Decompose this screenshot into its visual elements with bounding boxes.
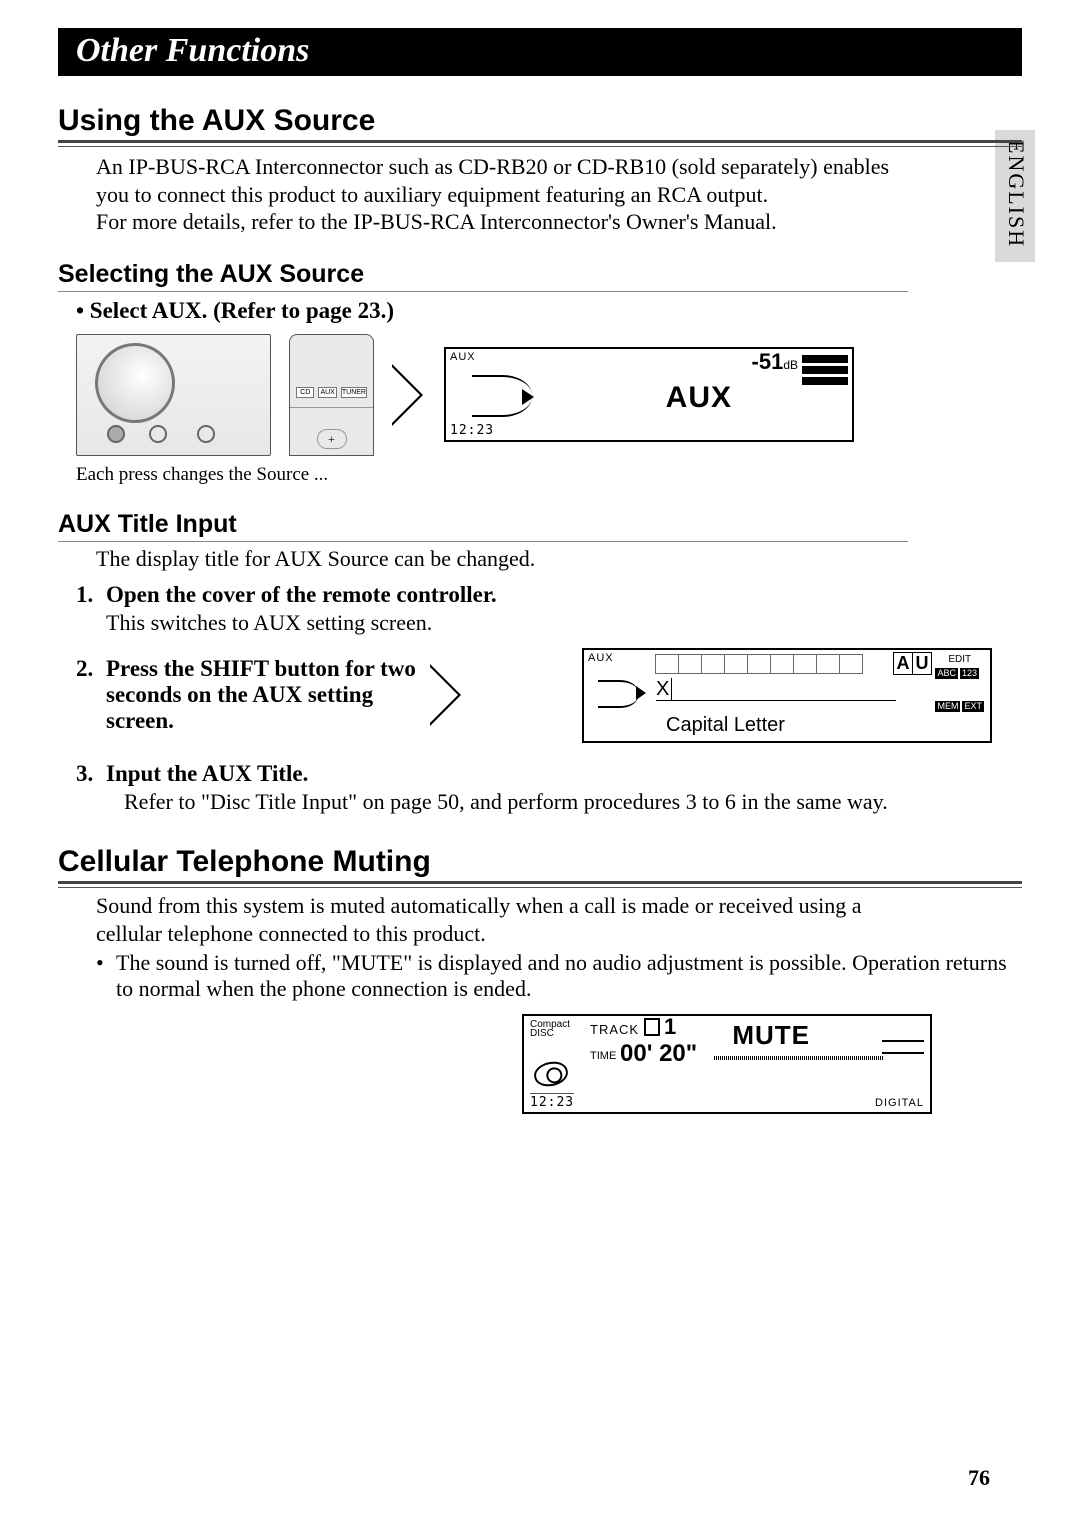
heading-selecting-aux: Selecting the AUX Source — [58, 260, 908, 292]
level-lines-icon — [882, 1040, 924, 1064]
step-sub: This switches to AUX setting screen. — [106, 610, 1022, 636]
screen-clock: 12:23 — [450, 423, 494, 438]
aux-intro-text: An IP-BUS-RCA Interconnector such as CD-… — [58, 153, 908, 236]
char-grid — [656, 654, 863, 674]
button-dot-icon — [197, 425, 215, 443]
track-label: TRACK — [590, 1022, 639, 1037]
abc-label: ABC — [935, 668, 958, 679]
cell-body: Sound from this system is muted automati… — [58, 892, 928, 948]
select-aux-bullet: • Select AUX. (Refer to page 23.) — [76, 298, 1022, 324]
language-tab: ENGLISH — [995, 130, 1035, 262]
step-number: 1. — [76, 582, 106, 608]
mem-label: MEM — [935, 701, 960, 712]
figure-row-select: CD AUX TUNER + AUX -51dB AUX 12:23 — [76, 334, 1022, 456]
heading-cell-muting: Cellular Telephone Muting — [58, 845, 1022, 884]
cell-bullet-text: The sound is turned off, "MUTE" is displ… — [116, 950, 1022, 1002]
display-screen-aux: AUX -51dB AUX 12:23 — [444, 347, 854, 442]
step-bold: Input the AUX Title. — [106, 761, 308, 787]
time-label: TIME — [590, 1050, 616, 1062]
aux-title-intro: The display title for AUX Source can be … — [58, 546, 1022, 572]
display-screen-title-input: AUX AU EDIT ABC123 MEMEXT X Capital Lett… — [582, 648, 992, 743]
edit-label: EDIT — [933, 654, 986, 666]
compact-disc-label: CompactDISC — [530, 1020, 570, 1038]
capital-letter-label: Capital Letter — [666, 714, 785, 737]
plus-icon: + — [317, 429, 347, 449]
remote-illustration: CD AUX TUNER + — [289, 334, 374, 456]
display-screen-mute: CompactDISC TRACK 1 MUTE TIME 00' 20" 12… — [522, 1014, 932, 1114]
source-cycle-icon — [472, 375, 532, 417]
step-number: 3. — [76, 761, 106, 787]
au-indicator: AU — [894, 652, 932, 675]
page-number: 76 — [968, 1465, 990, 1491]
ext-label: EXT — [962, 701, 984, 712]
remote-cd-label: CD — [296, 387, 314, 398]
screen-tag: AUX — [450, 351, 476, 363]
screen3-wrapper: CompactDISC TRACK 1 MUTE TIME 00' 20" 12… — [58, 1014, 1022, 1114]
remote-tuner-label: TUNER — [341, 387, 367, 398]
disc-icon — [532, 1059, 570, 1090]
mute-label: MUTE — [732, 1020, 810, 1051]
arrow-right-icon — [430, 664, 464, 726]
time-value: 00' 20" — [620, 1040, 697, 1068]
steps-list: 1.Open the cover of the remote controlle… — [76, 582, 1022, 815]
figure-caption: Each press changes the Source ... — [76, 464, 1022, 486]
heading-aux-title-input: AUX Title Input — [58, 510, 908, 542]
entry-char: X — [656, 678, 672, 701]
step-1: 1.Open the cover of the remote controlle… — [76, 582, 1022, 636]
button-dot-icon — [107, 425, 125, 443]
level-bars-icon — [802, 355, 848, 388]
chapter-banner: Other Functions — [58, 28, 1022, 76]
step-bold: Open the cover of the remote controller. — [106, 582, 497, 608]
screen-main-label: AUX — [666, 381, 732, 415]
volume-knob-icon — [95, 343, 175, 423]
step-2: 2.Press the SHIFT button for two seconds… — [76, 648, 1022, 743]
bullet-icon: • — [96, 950, 116, 1002]
track-number: 1 — [644, 1014, 676, 1040]
source-cycle-icon — [598, 680, 646, 712]
side-labels: EDIT ABC123 MEMEXT — [933, 654, 986, 714]
screen-clock: 12:23 — [530, 1093, 574, 1110]
123-label: 123 — [960, 668, 979, 679]
entry-underline — [656, 700, 896, 701]
heading-using-aux: Using the AUX Source — [58, 104, 1022, 143]
arrow-right-icon — [392, 364, 426, 426]
progress-bar-icon — [714, 1056, 884, 1060]
step-number: 2. — [76, 656, 106, 734]
digital-label: DIGITAL — [875, 1097, 924, 1109]
step-3: 3.Input the AUX Title. Refer to "Disc Ti… — [76, 761, 1022, 815]
head-unit-illustration — [76, 334, 271, 456]
screen-tag: AUX — [588, 652, 614, 664]
button-dot-icon — [149, 425, 167, 443]
remote-aux-label: AUX — [318, 387, 336, 398]
cell-bullet: • The sound is turned off, "MUTE" is dis… — [96, 950, 1022, 1002]
step-sub: Refer to "Disc Title Input" on page 50, … — [124, 789, 1022, 815]
step-bold: Press the SHIFT button for two seconds o… — [106, 656, 416, 734]
db-value: -51dB — [752, 349, 798, 375]
